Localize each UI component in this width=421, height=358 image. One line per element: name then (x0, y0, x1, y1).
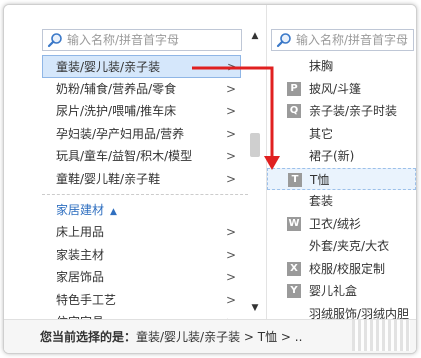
list-item-label: T恤 (310, 172, 330, 187)
group-header-label: 家居建材 (56, 203, 105, 217)
index-letter-badge: P (287, 81, 301, 96)
list-item-label: 抹胸 (309, 59, 334, 73)
list-item[interactable]: 家居饰品 > (4, 266, 266, 289)
right-search-box[interactable] (271, 29, 414, 51)
index-letter-badge: W (287, 216, 301, 231)
chevron-right-icon: > (226, 81, 237, 96)
list-item-label: 婴儿礼盒 (309, 284, 358, 298)
list-item-label: 亲子装/亲子时装 (309, 104, 398, 118)
left-search-input[interactable] (67, 33, 241, 47)
right-subcategory-list: 抹胸 P 披风/斗篷 Q 亲子装/亲子时装 其它 裙子(新) T T恤 套装 W… (267, 55, 416, 325)
chevron-right-icon: > (226, 247, 237, 262)
chevron-right-icon: > (226, 292, 237, 307)
left-category-panel: 童装/婴儿装/亲子装 > 奶粉/辅食/营养品/零食 > 尿片/洗护/喂哺/推车床… (4, 5, 266, 353)
list-item-label: 卫衣/绒衫 (309, 216, 362, 231)
list-item-label: 裙子(新) (309, 149, 355, 163)
selection-prefix: 您当前选择的是： (40, 330, 137, 344)
left-scrollbar[interactable]: ▲ ▼ (248, 29, 262, 345)
list-item-label: 家居饰品 (56, 270, 105, 284)
right-search-input[interactable] (296, 33, 413, 47)
chevron-right-icon: > (226, 126, 237, 141)
index-letter-badge: Y (287, 284, 301, 298)
list-item-label: 床上用品 (56, 225, 105, 239)
search-icon (47, 32, 63, 48)
chevron-right-icon: > (226, 171, 237, 186)
chevron-right-icon: > (226, 225, 237, 239)
list-item-label: 套装 (309, 194, 334, 208)
list-item[interactable]: 外套/夹克/大衣 (267, 235, 416, 258)
right-subcategory-panel: 抹胸 P 披风/斗篷 Q 亲子装/亲子时装 其它 裙子(新) T T恤 套装 (266, 5, 416, 353)
list-item-selected[interactable]: T T恤 (267, 167, 416, 190)
left-category-list: 童装/婴儿装/亲子装 > 奶粉/辅食/营养品/零食 > 尿片/洗护/喂哺/推车床… (4, 55, 266, 334)
list-item[interactable]: 抹胸 (267, 55, 416, 78)
list-item[interactable]: 尿片/洗护/喂哺/推车床 > (4, 100, 266, 123)
list-item-label: 童装/婴儿装/亲子装 (56, 60, 161, 74)
list-item[interactable]: 玩具/童车/益智/积木/模型 > (4, 145, 266, 168)
scroll-down-arrow-icon[interactable]: ▼ (248, 301, 262, 315)
list-item-label: 童鞋/婴儿鞋/亲子鞋 (56, 171, 161, 186)
list-item-label: 玩具/童车/益智/积木/模型 (56, 149, 193, 163)
index-letter-badge: Q (287, 104, 301, 118)
scrollbar-thumb[interactable] (250, 133, 260, 157)
list-item[interactable]: W 卫衣/绒衫 (267, 213, 416, 236)
scroll-up-arrow-icon[interactable]: ▲ (248, 29, 262, 43)
list-item[interactable]: 套装 (267, 190, 416, 213)
list-item[interactable]: P 披风/斗篷 (267, 78, 416, 101)
list-item-label: 家装主材 (56, 247, 105, 262)
list-item-label: 校服/校服定制 (309, 261, 386, 276)
chevron-right-icon: > (227, 60, 238, 74)
list-item[interactable]: 家装主材 > (4, 244, 266, 267)
search-icon (276, 32, 292, 48)
list-item[interactable]: 童鞋/婴儿鞋/亲子鞋 > (4, 168, 266, 191)
chevron-right-icon: > (226, 149, 237, 163)
list-item-label: 披风/斗篷 (309, 81, 362, 96)
list-item-label: 奶粉/辅食/营养品/零食 (56, 81, 177, 96)
index-letter-badge: T (288, 172, 302, 187)
watermark-image (352, 320, 410, 351)
list-item[interactable]: 裙子(新) (267, 145, 416, 168)
list-item[interactable]: 其它 (267, 123, 416, 146)
list-item[interactable]: 童装/婴儿装/亲子装 > (42, 55, 241, 78)
list-item[interactable]: 奶粉/辅食/营养品/零食 > (4, 78, 266, 101)
left-search-box[interactable] (42, 29, 242, 51)
list-item[interactable]: 孕妇装/孕产妇用品/营养 > (4, 123, 266, 146)
chevron-right-icon: > (226, 104, 237, 118)
category-picker: 童装/婴儿装/亲子装 > 奶粉/辅食/营养品/零食 > 尿片/洗护/喂哺/推车床… (3, 4, 417, 354)
collapse-up-icon: ▲ (110, 207, 117, 217)
list-item-label: 其它 (309, 126, 334, 141)
list-item[interactable]: 特色手工艺 > (4, 289, 266, 312)
chevron-right-icon: > (226, 270, 237, 284)
list-item[interactable]: Q 亲子装/亲子时装 (267, 100, 416, 123)
group-header[interactable]: 家居建材 ▲ (4, 199, 266, 221)
selection-path: 童装/婴儿装/亲子装 > T恤 > .. (136, 330, 303, 344)
list-item[interactable]: 床上用品 > (4, 221, 266, 244)
list-item-label: 孕妇装/孕产妇用品/营养 (56, 126, 185, 141)
group-divider (42, 194, 248, 195)
list-item[interactable]: Y 婴儿礼盒 (267, 280, 416, 303)
list-item-label: 特色手工艺 (56, 292, 117, 307)
list-item-label: 外套/夹克/大衣 (309, 239, 390, 253)
selection-status-bar: 您当前选择的是：童装/婴儿装/亲子装 > T恤 > .. (4, 319, 416, 353)
list-item-label: 尿片/洗护/喂哺/推车床 (56, 104, 177, 118)
index-letter-badge: X (287, 261, 301, 276)
list-item[interactable]: X 校服/校服定制 (267, 258, 416, 281)
